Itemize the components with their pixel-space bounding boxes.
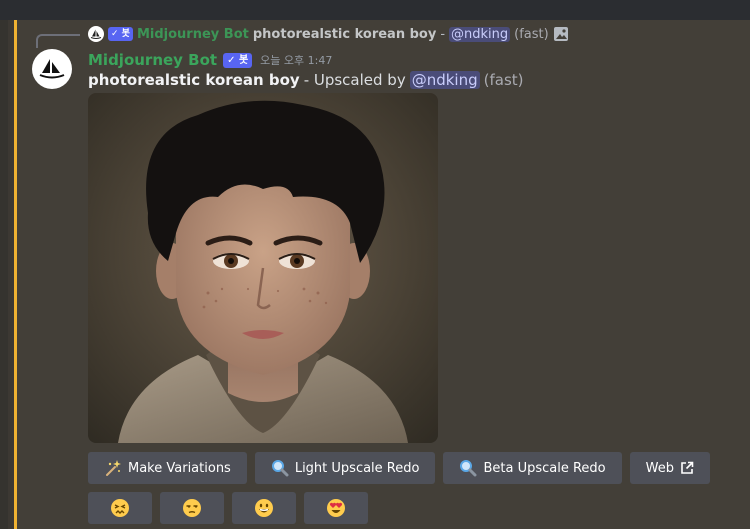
grinning-face-icon — [255, 499, 273, 517]
mention-highlight-bar — [14, 20, 17, 529]
make-variations-label: Make Variations — [128, 460, 231, 476]
user-mention[interactable]: @ndking — [409, 71, 480, 89]
reply-separator: - — [440, 26, 446, 42]
magnifier-icon — [271, 460, 289, 477]
make-variations-button[interactable]: Make Variations — [88, 452, 247, 484]
reaction-confounded-button[interactable] — [88, 492, 152, 524]
web-button[interactable]: Web — [629, 452, 710, 484]
light-upscale-redo-button[interactable]: Light Upscale Redo — [254, 452, 436, 484]
bot-badge: ✓ 봇 — [223, 52, 253, 68]
image-icon — [553, 26, 569, 42]
action-buttons: Make Variations Light Upscale Redo Beta … — [88, 452, 710, 484]
reaction-buttons — [88, 492, 368, 524]
timestamp[interactable]: 오늘 오후 1:47 — [260, 52, 332, 68]
light-upscale-redo-label: Light Upscale Redo — [294, 460, 420, 476]
beta-upscale-redo-button[interactable]: Beta Upscale Redo — [443, 452, 622, 484]
top-bar — [0, 0, 750, 20]
midjourney-sailboat-icon — [39, 59, 65, 79]
reply-preview[interactable]: ✓ 봇 Midjourney Bot photorealstic korean … — [88, 25, 569, 43]
reaction-grinning-button[interactable] — [232, 492, 296, 524]
avatar[interactable] — [32, 49, 72, 89]
speed-label: (fast) — [483, 71, 524, 89]
reply-connector-line — [36, 34, 80, 48]
reply-prompt: photorealstic korean boy — [252, 26, 437, 42]
left-gutter — [0, 20, 8, 529]
unamused-face-icon — [183, 499, 201, 517]
magnifier-icon — [460, 460, 477, 477]
message-header: Midjourney Bot ✓ 봇 오늘 오후 1:47 — [88, 49, 332, 71]
reply-mention[interactable]: @ndking — [449, 26, 511, 42]
sparkle-icon — [106, 460, 121, 476]
message-content: photorealstic korean boy - Upscaled by @… — [88, 70, 524, 90]
prompt-text: photorealstic korean boy — [88, 71, 300, 89]
reaction-unamused-button[interactable] — [160, 492, 224, 524]
web-label: Web — [645, 460, 674, 476]
author-name[interactable]: Midjourney Bot — [88, 51, 217, 69]
beta-upscale-redo-label: Beta Upscale Redo — [483, 460, 606, 476]
upscaled-by-text: - Upscaled by — [303, 71, 406, 89]
midjourney-sailboat-icon — [88, 26, 104, 42]
reaction-heart-eyes-button[interactable] — [304, 492, 368, 524]
generated-image[interactable] — [88, 93, 438, 443]
confounded-face-icon — [111, 499, 129, 517]
external-link-icon — [681, 461, 694, 474]
heart-eyes-face-icon — [327, 499, 345, 517]
reply-author[interactable]: Midjourney Bot — [137, 27, 249, 42]
reply-speed: (fast) — [514, 26, 549, 42]
bot-badge: ✓ 봇 — [108, 27, 133, 41]
